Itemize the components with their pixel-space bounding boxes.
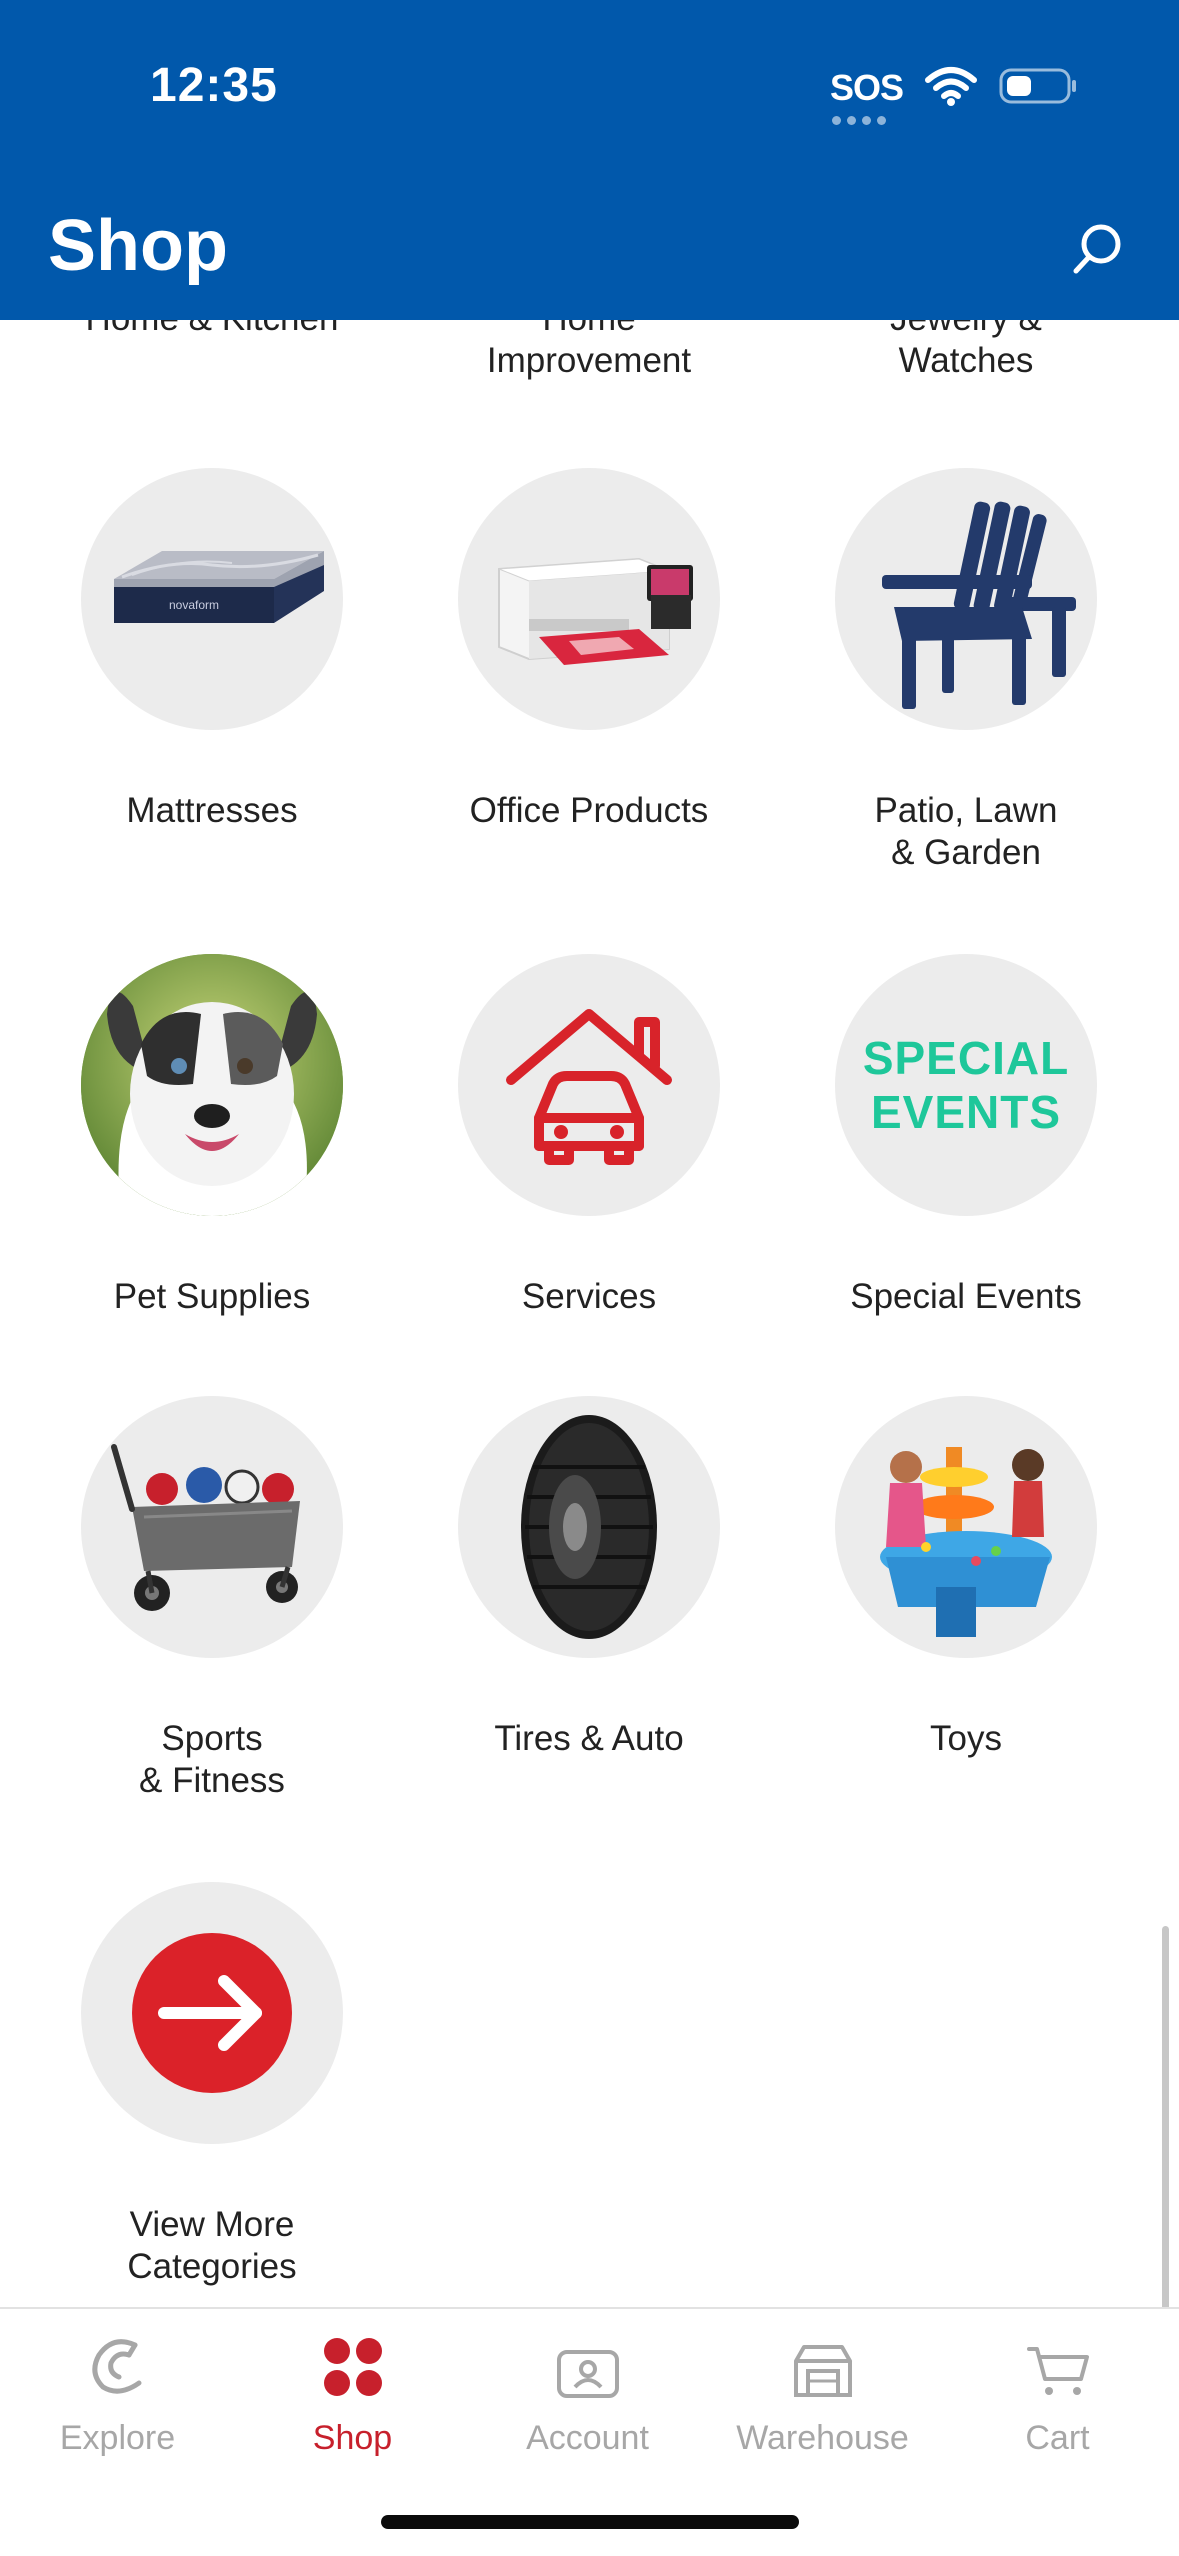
tab-explore[interactable]: Explore — [0, 2309, 235, 2459]
status-time: 12:35 — [150, 59, 278, 112]
badge-line: EVENTS — [870, 1086, 1062, 1138]
tab-label: Warehouse — [736, 2419, 909, 2457]
category-tile-pet-supplies[interactable]: Pet Supplies — [24, 954, 400, 1318]
home-indicator[interactable] — [381, 2515, 799, 2529]
tab-cart[interactable]: Cart — [940, 2309, 1175, 2459]
tab-label: Cart — [1025, 2419, 1090, 2457]
printer-image — [458, 468, 720, 730]
category-tile-patio-lawn-garden[interactable]: Patio, Lawn & Garden — [778, 468, 1154, 874]
category-tile-tires-auto[interactable]: Tires & Auto — [401, 1396, 777, 1760]
arrow-right-icon — [132, 1933, 292, 2093]
category-grid[interactable]: Home & Kitchen Home Improvement Jewelry … — [0, 320, 1179, 2307]
category-tile-view-more[interactable]: View More Categories — [24, 1882, 400, 2288]
water-table-image — [835, 1396, 1097, 1658]
page-title: Shop — [48, 206, 228, 286]
category-label-jewelry-watches[interactable]: Jewelry & Watches — [778, 320, 1154, 382]
sos-indicator: SOS — [830, 67, 904, 125]
mattress-image: novaform — [81, 468, 343, 730]
tab-label: Explore — [59, 2419, 176, 2457]
tab-account[interactable]: Account — [470, 2309, 705, 2459]
status-icons: SOS — [830, 58, 1079, 125]
tab-label: Shop — [312, 2419, 393, 2457]
category-label: Office Products — [469, 791, 709, 830]
shop-icon — [323, 2338, 382, 2396]
category-label: Toys — [930, 1719, 1002, 1758]
search-button[interactable] — [1063, 214, 1133, 284]
tire-image — [458, 1396, 720, 1658]
category-tile-office-products[interactable]: Office Products — [401, 468, 777, 832]
category-label: Sports & Fitness — [139, 1719, 285, 1800]
svg-text:novaform: novaform — [169, 598, 219, 612]
badge-line: SPECIAL — [862, 1032, 1070, 1084]
scrollbar[interactable] — [1162, 1926, 1169, 2307]
category-label: Pet Supplies — [113, 1277, 311, 1316]
category-label-home-improvement[interactable]: Home Improvement — [401, 320, 777, 382]
search-icon — [1073, 224, 1121, 274]
tab-label: Account — [526, 2419, 649, 2457]
category-label: Services — [521, 1277, 657, 1316]
app-header: 12:35 SOS Shop — [0, 0, 1179, 320]
category-label: Tires & Auto — [494, 1719, 684, 1758]
tab-shop[interactable]: Shop — [235, 2309, 470, 2459]
wifi-icon — [925, 66, 977, 111]
category-tile-sports-fitness[interactable]: Sports & Fitness — [24, 1396, 400, 1802]
explore-icon — [91, 2339, 141, 2394]
tab-warehouse[interactable]: Warehouse — [705, 2309, 940, 2459]
special-events-badge: SPECIAL EVENTS — [835, 954, 1097, 1216]
view-more-circle — [81, 1882, 343, 2144]
category-label: Mattresses — [126, 791, 298, 830]
category-tile-mattresses[interactable]: novaform Mattresses — [24, 468, 400, 832]
category-label-home-kitchen[interactable]: Home & Kitchen — [24, 320, 400, 340]
adirondack-chair-image — [835, 468, 1097, 730]
wagon-image — [81, 1396, 343, 1658]
category-tile-toys[interactable]: Toys — [778, 1396, 1154, 1760]
house-car-icon — [458, 954, 720, 1216]
category-tile-services[interactable]: Services — [401, 954, 777, 1318]
cart-icon — [1026, 2347, 1089, 2395]
account-icon — [556, 2350, 619, 2398]
category-label: View More Categories — [127, 2205, 297, 2286]
warehouse-icon — [793, 2345, 852, 2397]
battery-icon — [999, 66, 1079, 111]
category-label: Patio, Lawn & Garden — [874, 791, 1058, 872]
category-label: Special Events — [850, 1277, 1082, 1316]
category-tile-special-events[interactable]: SPECIAL EVENTS Special Events — [778, 954, 1154, 1318]
dog-photo — [81, 954, 343, 1216]
